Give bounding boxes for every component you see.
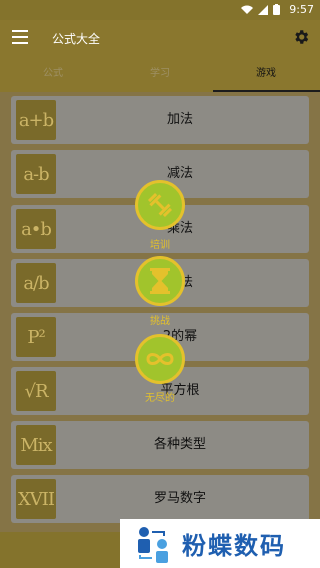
watermark-logo-icon <box>138 526 168 563</box>
watermark-text: 粉蝶数码 <box>182 532 286 560</box>
app-title: 公式大全 <box>52 32 101 46</box>
tile-icon: Mix <box>16 425 56 465</box>
app-bar: 公式大全 <box>0 20 320 56</box>
training-label: 培训 <box>150 240 170 251</box>
watermark: 粉蝶数码 <box>120 519 320 568</box>
tab-learn[interactable]: 学习 <box>107 56 213 92</box>
dumbbell-icon <box>147 192 173 218</box>
tile-icon: a•b <box>16 209 56 249</box>
training-button[interactable] <box>135 180 185 230</box>
status-icons <box>241 4 280 15</box>
battery-icon <box>273 4 280 15</box>
tab-bar: 公式 学习 游戏 <box>0 56 320 92</box>
signal-icon <box>258 4 268 15</box>
endless-label: 无尽的 <box>145 393 175 404</box>
list-item[interactable]: Mix 各种类型 <box>11 421 309 469</box>
endless-button[interactable] <box>135 334 185 384</box>
gear-icon[interactable] <box>292 28 310 46</box>
list-item[interactable]: XVII 罗马数字 <box>11 475 309 523</box>
status-time: 9:57 <box>289 3 314 16</box>
tab-formulas[interactable]: 公式 <box>0 56 106 92</box>
menu-icon[interactable] <box>12 30 28 44</box>
challenge-button[interactable] <box>135 256 185 306</box>
infinity-icon <box>146 353 174 365</box>
hourglass-icon <box>150 268 170 294</box>
list-item-label: 加法 <box>166 112 193 127</box>
list-item-label: 各种类型 <box>153 437 206 452</box>
challenge-label: 挑战 <box>150 316 170 327</box>
status-bar: 9:57 <box>0 0 320 20</box>
tile-icon: P² <box>16 317 56 357</box>
tab-games[interactable]: 游戏 <box>213 56 319 92</box>
tile-icon: a-b <box>16 154 56 194</box>
tile-icon: a/b <box>16 263 56 303</box>
list-item[interactable]: a+b 加法 <box>11 96 309 144</box>
tile-icon: a+b <box>16 100 56 140</box>
list-item-label: 罗马数字 <box>153 491 206 506</box>
tile-icon: √R <box>16 371 56 411</box>
tile-icon: XVII <box>16 479 56 519</box>
wifi-icon <box>241 5 253 14</box>
